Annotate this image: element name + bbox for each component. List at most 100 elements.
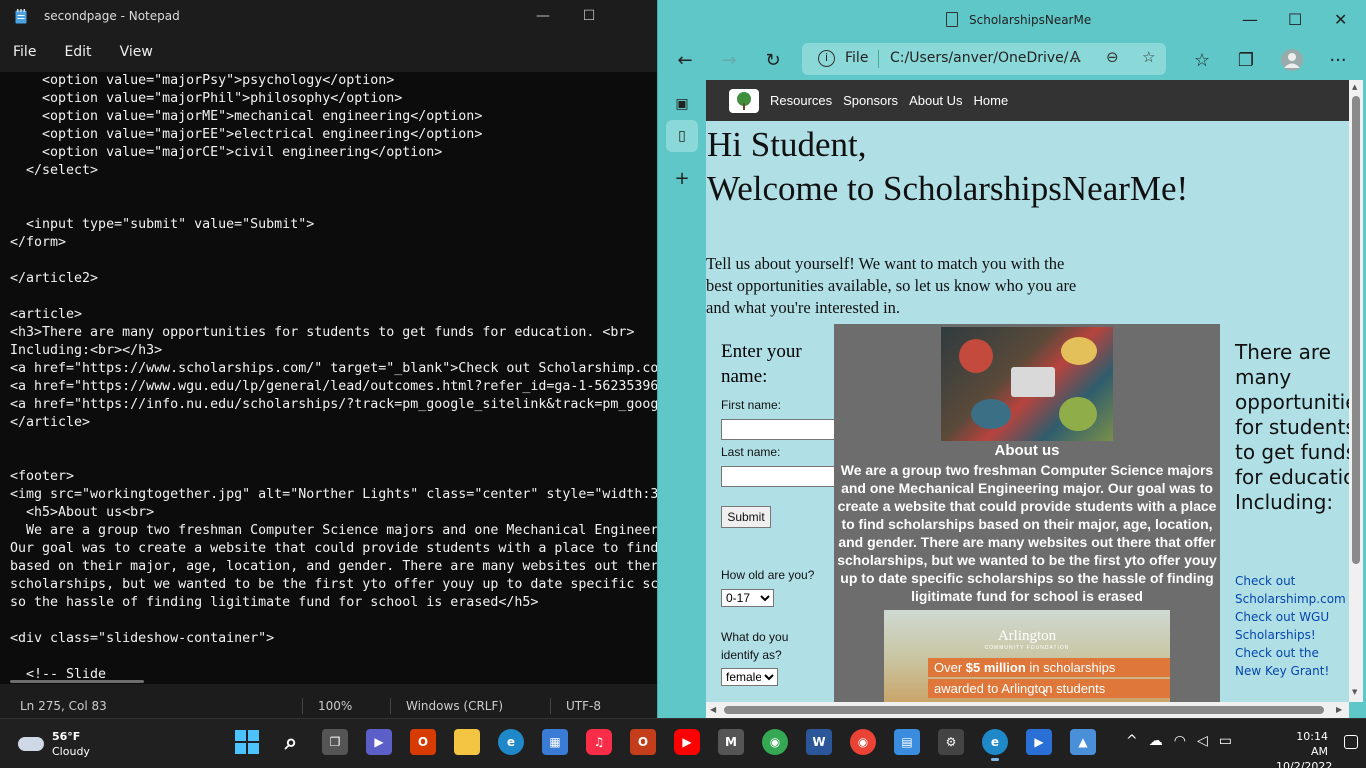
battery-icon[interactable]: ▭ [1219, 733, 1232, 749]
submit-button[interactable]: Submit [721, 506, 771, 528]
chevron-up-icon[interactable]: ^ [1126, 733, 1138, 749]
menu-view[interactable]: View [120, 44, 153, 60]
onedrive-icon[interactable]: ☁ [1149, 733, 1163, 749]
minimize-icon[interactable]: — [1242, 10, 1258, 29]
heading-line2: Welcome to ScholarshipsNearMe! [707, 169, 1189, 208]
settings-icon[interactable]: ⚙ [938, 729, 964, 755]
nav-about-us[interactable]: About Us [909, 93, 962, 108]
minimize-icon[interactable]: — [520, 0, 566, 32]
notification-icon[interactable] [1344, 735, 1358, 749]
read-aloud-icon[interactable]: A [1070, 48, 1080, 66]
zoom-level: 100% [318, 699, 353, 713]
volume-icon[interactable]: ◁ [1197, 733, 1208, 749]
link-new-key-grant[interactable]: Check out the New Key Grant! [1235, 644, 1345, 680]
edge-active-icon[interactable]: e [982, 729, 1008, 761]
chrome-profile-icon[interactable]: ◉ [850, 729, 876, 755]
media-player-icon[interactable]: ▶ [1026, 729, 1052, 755]
tree-logo-icon[interactable] [729, 88, 759, 113]
weather-desc: Cloudy [52, 745, 90, 758]
store-icon[interactable]: ▦ [542, 729, 568, 755]
weather-widget[interactable]: 56°F Cloudy [18, 729, 90, 759]
notepad-icon [14, 8, 28, 24]
favorite-add-icon[interactable]: ☆ [1142, 48, 1155, 66]
file-explorer-icon[interactable] [454, 729, 480, 755]
nav-home[interactable]: Home [974, 93, 1009, 108]
office-icon[interactable]: O [410, 729, 436, 755]
photos-icon[interactable]: ▲ [1070, 729, 1096, 755]
code-line: <footer> [10, 469, 75, 484]
notepad-titlebar: secondpage - Notepad — ☐ [0, 0, 660, 32]
address-bar[interactable]: i File C:/Users/anver/OneDrive/... A ⊖ ☆ [802, 43, 1166, 75]
vertical-scroll-thumb[interactable] [1352, 96, 1360, 564]
teams-chat-icon[interactable]: ▶ [366, 729, 392, 755]
status-divider [550, 698, 551, 714]
link-scholarships[interactable]: Check out Scholarshimp.com [1235, 572, 1346, 608]
horizontal-scroll-thumb[interactable] [724, 706, 1324, 714]
page-vertical-scrollbar[interactable]: ▲ ▼ [1349, 80, 1363, 702]
new-tab-icon[interactable]: + [666, 162, 698, 194]
address-url[interactable]: C:/Users/anver/OneDrive/... [890, 50, 1082, 66]
code-line: <option value="majorEE">electrical engin… [10, 127, 483, 142]
start-icon[interactable] [234, 729, 260, 755]
notepad-horizontal-scrollbar[interactable] [10, 680, 144, 683]
back-icon[interactable]: ← [671, 46, 699, 74]
last-name-label: Last name: [721, 445, 781, 459]
info-icon[interactable]: i [818, 50, 835, 67]
forward-icon[interactable]: → [715, 46, 743, 74]
wifi-icon[interactable]: ◠ [1174, 733, 1186, 749]
site-navbar: Resources Sponsors About Us Home [706, 80, 1349, 121]
menu-file[interactable]: File [13, 44, 36, 60]
code-line: <option value="majorPhil">philosophy</op… [10, 91, 403, 106]
nav-sponsors[interactable]: Sponsors [843, 93, 898, 108]
form-column: Enter your name: First name: Last name: … [706, 324, 871, 702]
close-icon[interactable] [612, 0, 660, 32]
about-column: About us We are a group two freshman Com… [834, 324, 1220, 702]
code-line: based on their major, age, location, and… [10, 559, 659, 574]
tab-title[interactable]: ScholarshipsNearMe [969, 13, 1091, 27]
code-line: <input type="submit" value="Submit"> [10, 217, 315, 232]
edge-icon[interactable]: e [498, 729, 524, 755]
link-wgu[interactable]: Check out WGU Scholarships! [1235, 608, 1345, 644]
code-lines: <option value="majorPsy">psychology</opt… [10, 72, 660, 684]
code-line: <option value="majorCE">civil engineerin… [10, 145, 443, 160]
active-tab-icon[interactable]: ▯ [666, 120, 698, 152]
close-icon[interactable]: ✕ [1334, 10, 1347, 29]
age-select[interactable]: 0-17 [721, 589, 774, 607]
page-horizontal-scrollbar[interactable]: ◀ ▶ [706, 702, 1349, 718]
tab-actions-icon[interactable]: ▣ [666, 88, 698, 120]
more-options-icon[interactable]: ··· [1324, 46, 1352, 74]
code-line: scholarships, but we wanted to be the fi… [10, 577, 659, 592]
code-line: <option value="majorPsy">psychology</opt… [10, 73, 395, 88]
profile-icon[interactable] [1278, 46, 1306, 74]
nav-resources[interactable]: Resources [770, 93, 832, 108]
zoom-out-icon[interactable]: ⊖ [1106, 48, 1119, 66]
word-icon[interactable]: W [806, 729, 832, 755]
slide-prev-button[interactable]: ‹ [1042, 684, 1047, 702]
youtube-icon[interactable]: ▶ [674, 729, 700, 755]
chrome-icon[interactable]: ◉ [762, 729, 788, 755]
taskbar: 56°F Cloudy ⌕ ❐ ▶ O e ▦ ♫ O ▶ M ◉ W ◉ ▤ … [0, 718, 1366, 768]
notepad-taskbar-icon[interactable]: ▤ [894, 729, 920, 755]
notepad-editor[interactable]: <option value="majorPsy">psychology</opt… [0, 72, 660, 684]
maximize-icon[interactable]: ☐ [1288, 10, 1302, 29]
menu-edit[interactable]: Edit [64, 44, 91, 60]
office-2-icon[interactable]: O [630, 729, 656, 755]
notepad-title: secondpage - Notepad [44, 9, 180, 23]
clock[interactable]: 10:14 AM 10/2/2022 [1276, 729, 1332, 768]
gender-select[interactable]: female [721, 668, 778, 686]
itunes-icon[interactable]: ♫ [586, 729, 612, 755]
search-icon[interactable]: ⌕ [278, 729, 304, 755]
favorites-icon[interactable]: ☆ [1188, 46, 1216, 74]
notepad-menubar: File Edit View [0, 32, 660, 72]
task-view-icon[interactable]: ❐ [322, 729, 348, 755]
app-m-icon[interactable]: M [718, 729, 744, 755]
edge-titlebar: ScholarshipsNearMe — ☐ ✕ [658, 0, 1366, 40]
maximize-icon[interactable]: ☐ [566, 0, 612, 32]
refresh-icon[interactable]: ↻ [759, 46, 787, 74]
collections-icon[interactable]: ❐ [1232, 46, 1260, 74]
